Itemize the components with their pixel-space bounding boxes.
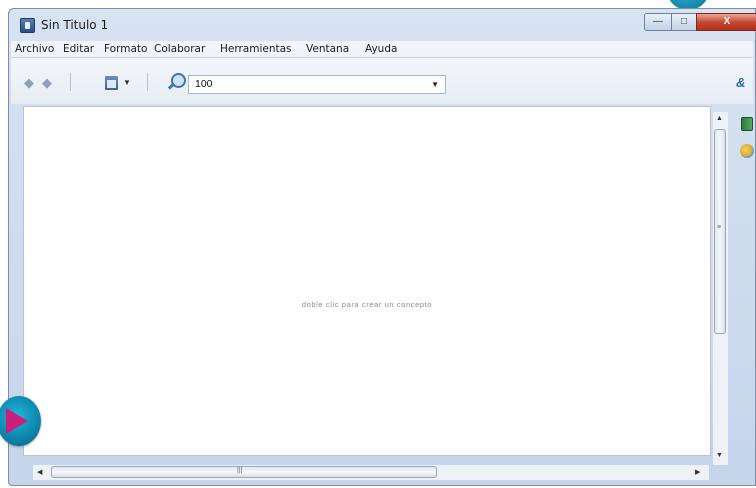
people-icon[interactable]	[740, 144, 754, 158]
maximize-button[interactable]: □	[671, 13, 697, 31]
canvas-hint: doble clic para crear un concepto	[301, 300, 433, 309]
chevron-down-icon[interactable]: ▼	[431, 76, 439, 93]
title-bar[interactable]: Sin Titulo 1 — □ X	[9, 9, 756, 41]
scroll-down-icon[interactable]: ▼	[716, 452, 723, 459]
vertical-scroll-thumb[interactable]: ≡	[714, 129, 726, 334]
menu-editar[interactable]: Editar	[63, 43, 94, 55]
view-dropdown-chevron-icon[interactable]: ▼	[123, 78, 131, 87]
concept-map-canvas[interactable]: doble clic para crear un concepto	[23, 106, 711, 456]
collaborate-icon[interactable]: &	[736, 75, 745, 90]
toolbar: ◆ ◆ ▼ 100 ▼ &	[11, 58, 753, 104]
zoom-select[interactable]: 100 ▼	[188, 75, 446, 94]
menu-archivo[interactable]: Archivo	[15, 43, 54, 55]
vertical-scrollbar[interactable]: ▲ ≡ ▼	[713, 112, 728, 465]
scroll-up-icon[interactable]: ▲	[716, 115, 723, 122]
menu-ventana[interactable]: Ventana	[306, 43, 349, 55]
menu-colaborar[interactable]: Colaborar	[154, 43, 205, 55]
menu-formato[interactable]: Formato	[104, 43, 147, 55]
calendar-view-icon[interactable]	[105, 76, 118, 90]
scroll-left-icon[interactable]: ◀	[37, 468, 42, 476]
toolbar-separator	[147, 73, 148, 91]
forward-arrow-icon[interactable]: ◆	[42, 75, 52, 91]
zoom-value: 100	[195, 78, 213, 90]
app-window: Sin Titulo 1 — □ X Archivo Editar Format…	[8, 8, 756, 486]
toolbar-separator	[70, 73, 71, 91]
grip-icon: |||	[237, 467, 243, 474]
window-title: Sin Titulo 1	[41, 18, 109, 32]
menu-ayuda[interactable]: Ayuda	[365, 43, 397, 55]
close-button[interactable]: X	[696, 13, 756, 31]
book-icon[interactable]	[741, 117, 753, 131]
minimize-button[interactable]: —	[644, 13, 672, 31]
horizontal-scroll-thumb[interactable]: |||	[51, 466, 437, 478]
scroll-right-icon[interactable]: ▶	[695, 468, 700, 476]
horizontal-scrollbar[interactable]: ◀ ||| ▶	[33, 465, 709, 480]
magnifier-icon[interactable]	[171, 73, 186, 88]
app-icon	[20, 18, 35, 33]
menu-herramientas[interactable]: Herramientas	[220, 43, 292, 55]
back-arrow-icon[interactable]: ◆	[24, 75, 34, 91]
grip-icon: ≡	[717, 224, 722, 231]
menu-bar: Archivo Editar Formato Colaborar Herrami…	[11, 41, 753, 58]
